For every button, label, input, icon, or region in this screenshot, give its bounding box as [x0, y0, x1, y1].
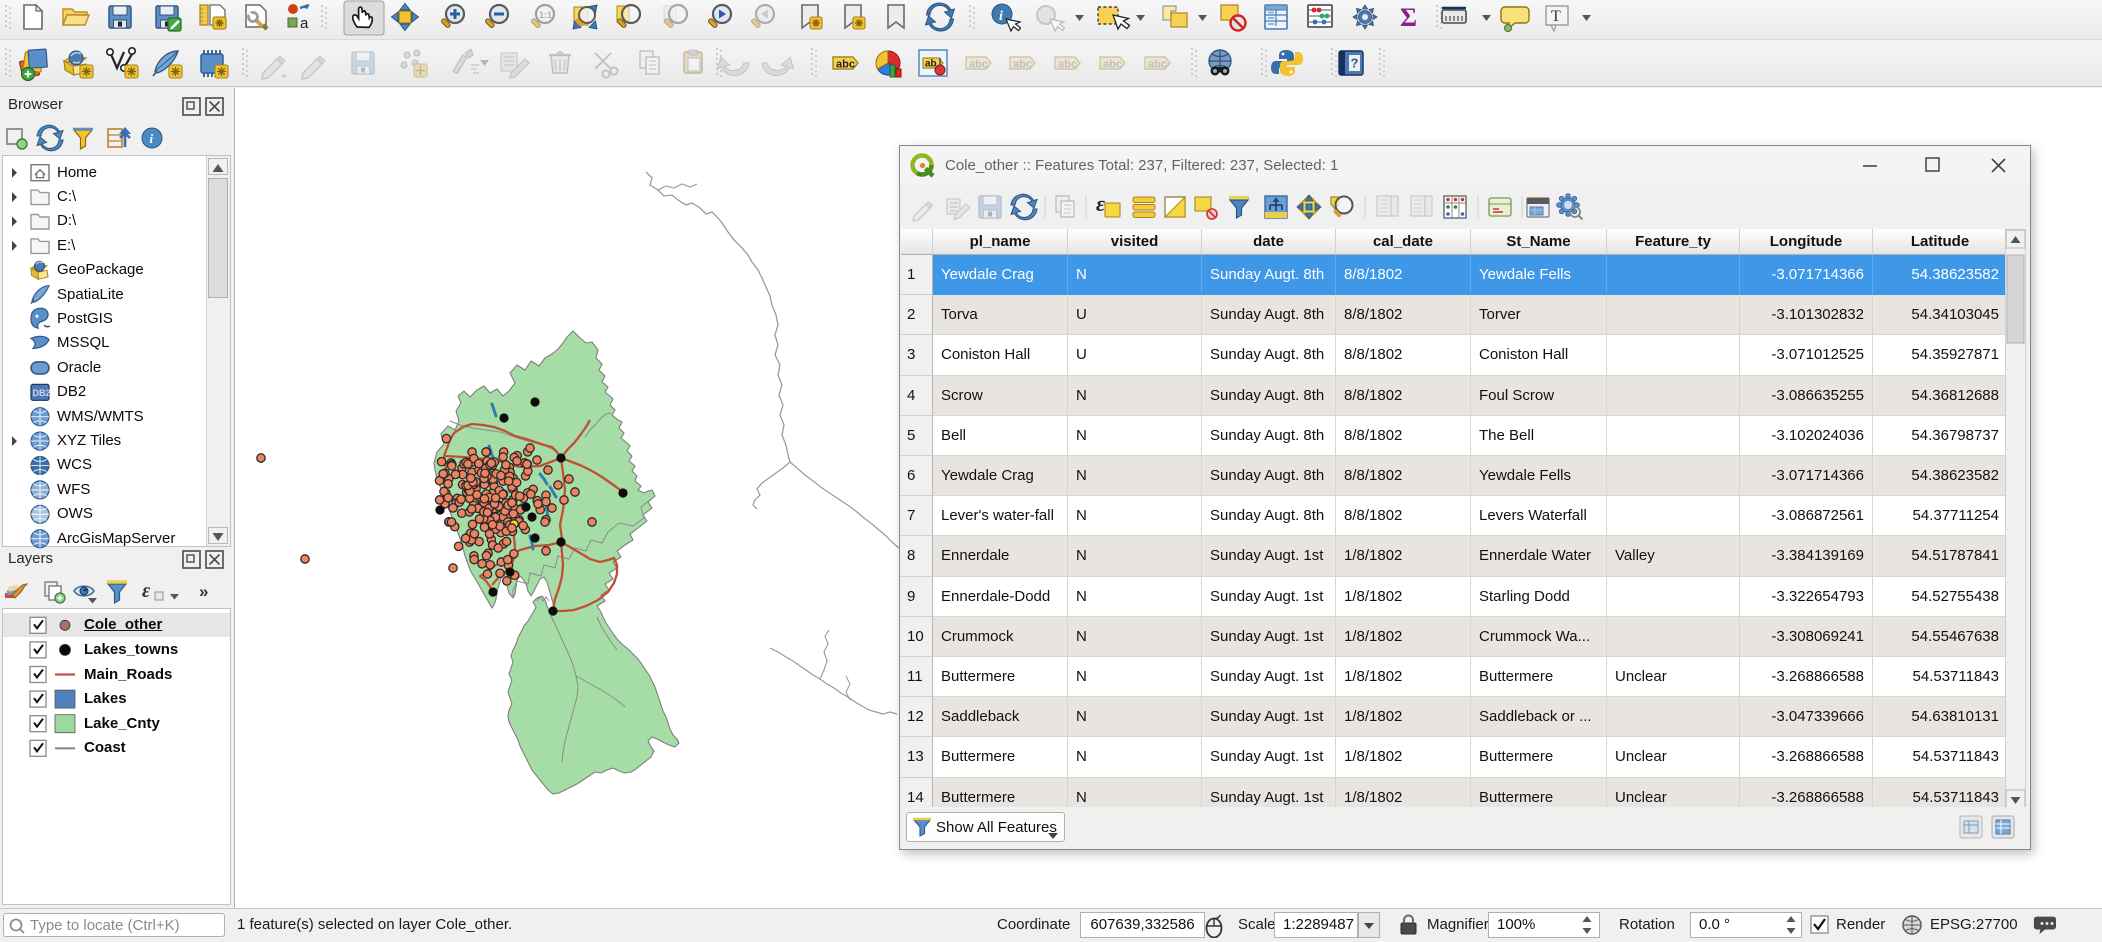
- svg-text:»: »: [199, 582, 208, 601]
- svg-text:a: a: [300, 15, 309, 32]
- svg-text:ε: ε: [1096, 191, 1105, 216]
- svg-text:abc: abc: [969, 59, 988, 71]
- svg-text:abc: abc: [836, 59, 855, 71]
- svg-text:DB2: DB2: [33, 388, 51, 398]
- svg-text:T: T: [1551, 8, 1561, 25]
- svg-text:ab: ab: [925, 59, 937, 70]
- svg-text:ε: ε: [142, 580, 151, 602]
- svg-text:Σ: Σ: [1400, 3, 1417, 32]
- svg-text:i: i: [999, 9, 1003, 24]
- svg-text:1:1: 1:1: [539, 10, 552, 20]
- svg-text:?: ?: [1351, 56, 1359, 71]
- svg-text:i: i: [150, 131, 154, 146]
- svg-text:abc: abc: [1103, 59, 1122, 71]
- svg-text:abc: abc: [1148, 59, 1167, 71]
- svg-text:abc: abc: [1058, 59, 1077, 71]
- svg-text:abc: abc: [1013, 59, 1032, 71]
